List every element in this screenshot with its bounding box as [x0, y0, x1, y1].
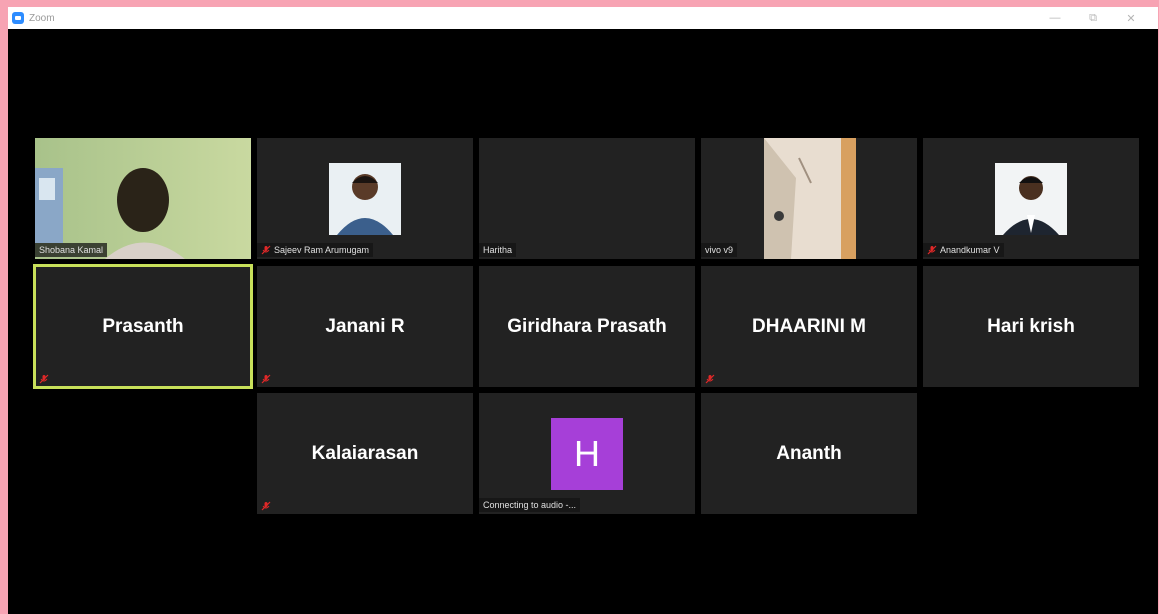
- participant-name-tag: vivo v9: [701, 243, 738, 257]
- participant-name: Kalaiarasan: [311, 442, 419, 464]
- muted-mic-icon: [927, 245, 937, 255]
- participant-tile[interactable]: H Connecting to audio -...: [479, 393, 695, 514]
- participant-tile[interactable]: Shobana Kamal: [35, 138, 251, 259]
- audio-status-tag: Connecting to audio -...: [479, 498, 581, 512]
- participant-name: Hari krish: [987, 315, 1075, 337]
- participant-tile[interactable]: Janani R: [257, 266, 473, 387]
- muted-mic-icon: [39, 374, 49, 384]
- minimize-button[interactable]: —: [1036, 7, 1074, 29]
- participant-tile[interactable]: Ananth: [701, 393, 917, 514]
- participant-name-tag: Haritha: [479, 243, 517, 257]
- participant-video: [35, 138, 251, 259]
- participant-tile[interactable]: Kalaiarasan: [257, 393, 473, 514]
- participant-tile[interactable]: Giridhara Prasath: [479, 266, 695, 387]
- participant-tile[interactable]: Haritha: [479, 138, 695, 259]
- participant-name: Giridhara Prasath: [507, 315, 667, 337]
- avatar: H: [551, 418, 623, 490]
- participant-tile[interactable]: DHAARINI M: [701, 266, 917, 387]
- window-title: Zoom: [29, 12, 55, 24]
- profile-photo: [995, 163, 1067, 235]
- muted-mic-icon: [261, 374, 271, 384]
- participant-name: DHAARINI M: [752, 315, 866, 337]
- muted-mic-icon: [261, 245, 271, 255]
- restore-button[interactable]: ⧉: [1074, 7, 1112, 29]
- participant-tile[interactable]: Sajeev Ram Arumugam: [257, 138, 473, 259]
- close-button[interactable]: ✕: [1112, 7, 1150, 29]
- participant-name: Prasanth: [102, 315, 184, 337]
- zoom-app-icon: [12, 12, 24, 24]
- muted-mic-icon: [705, 374, 715, 384]
- participant-tile[interactable]: vivo v9: [701, 138, 917, 259]
- participant-name-tag: Shobana Kamal: [35, 243, 108, 257]
- participant-name-tag: Sajeev Ram Arumugam: [257, 243, 374, 257]
- participant-tile[interactable]: Hari krish: [923, 266, 1139, 387]
- participant-tile-active-speaker[interactable]: Prasanth: [33, 264, 253, 389]
- participant-video: [701, 138, 917, 259]
- profile-photo: [329, 163, 401, 235]
- muted-mic-icon: [261, 501, 271, 511]
- zoom-window: Zoom — ⧉ ✕ Shobana Kamal Sajeev Ram Arum…: [8, 7, 1158, 614]
- participant-name: Ananth: [776, 442, 842, 464]
- participant-name-tag: Anandkumar V: [923, 243, 1004, 257]
- participant-name: Janani R: [325, 315, 405, 337]
- participant-tile[interactable]: Anandkumar V: [923, 138, 1139, 259]
- title-bar: Zoom — ⧉ ✕: [8, 7, 1158, 29]
